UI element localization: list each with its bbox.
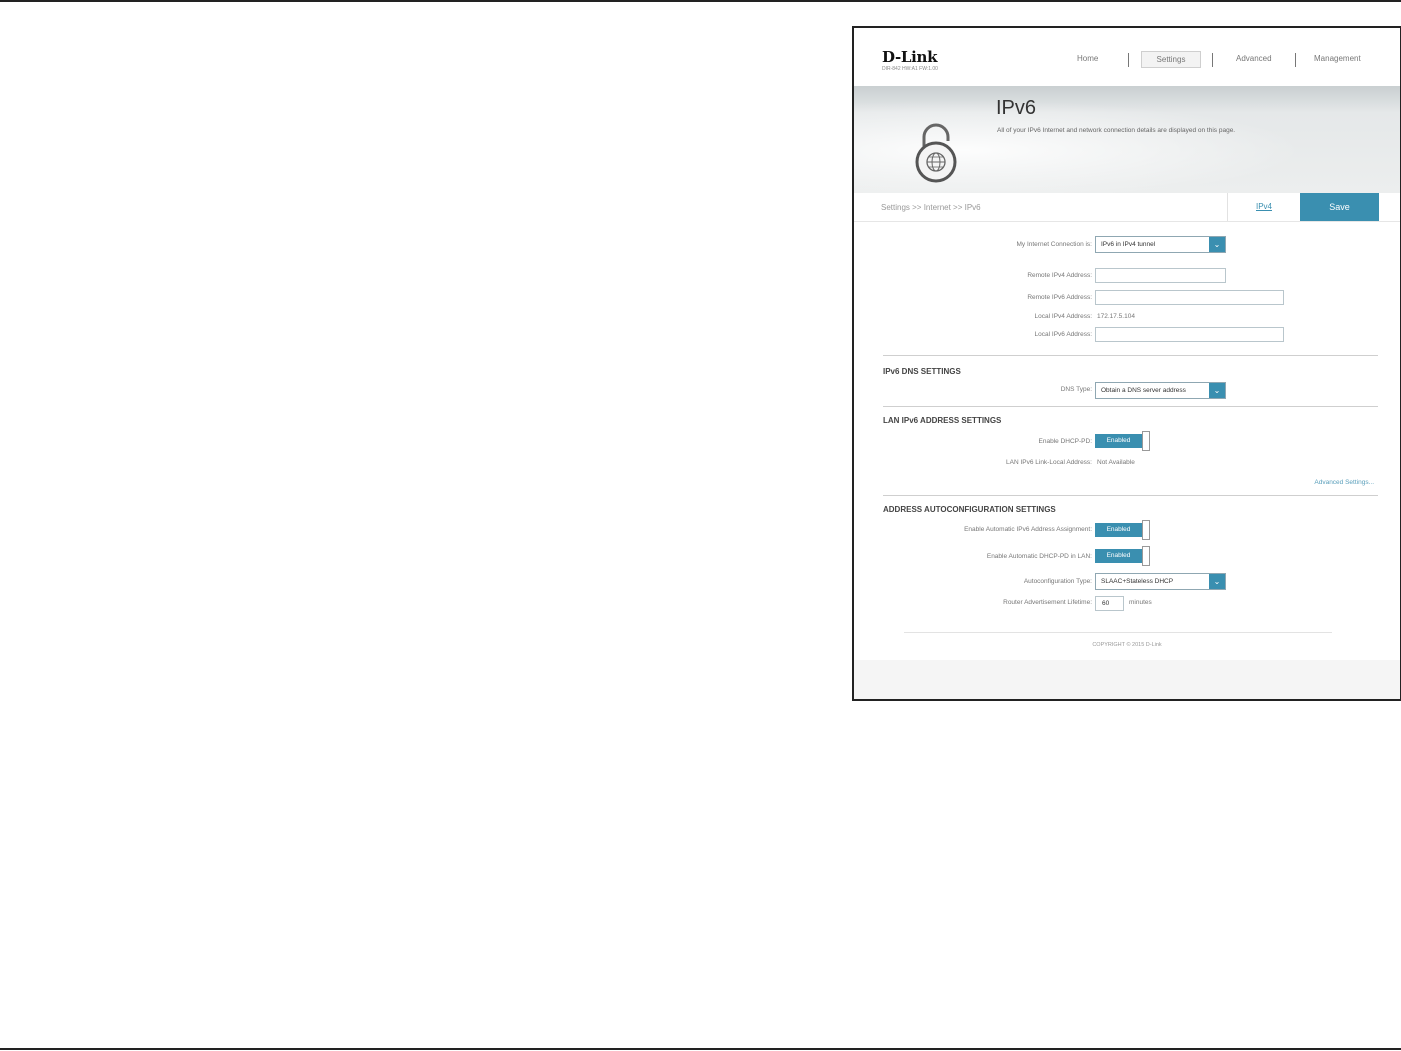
lan-section-title: LAN IPv6 ADDRESS SETTINGS <box>883 416 1002 425</box>
nav-separator <box>1295 53 1296 67</box>
footer-divider <box>904 632 1332 633</box>
section-divider <box>883 355 1378 356</box>
chevron-down-icon: ⌄ <box>1209 383 1225 398</box>
nav-management[interactable]: Management <box>1314 54 1361 63</box>
nav-advanced[interactable]: Advanced <box>1236 54 1272 63</box>
toggle-state: Enabled <box>1095 434 1142 448</box>
advanced-settings-link[interactable]: Advanced Settings... <box>1314 479 1374 486</box>
nav-separator <box>1128 53 1129 67</box>
bottom-rule <box>0 1048 1401 1050</box>
toggle-state: Enabled <box>1095 523 1142 537</box>
top-header: D-Link DIR-842 HW:A1 FW:1.00 Home Settin… <box>854 28 1400 86</box>
nav-settings[interactable]: Settings <box>1141 51 1201 68</box>
remote-ipv6-input[interactable] <box>1095 290 1284 305</box>
section-divider <box>883 406 1378 407</box>
dns-section-title: IPv6 DNS SETTINGS <box>883 367 961 376</box>
local-ipv4-label: Local IPv4 Address: <box>1034 313 1092 320</box>
router-settings-screenshot: D-Link DIR-842 HW:A1 FW:1.00 Home Settin… <box>852 26 1401 701</box>
autoconf-section-title: ADDRESS AUTOCONFIGURATION SETTINGS <box>883 505 1056 514</box>
ra-lifetime-value: 60 <box>1102 600 1110 607</box>
toggle-state: Enabled <box>1095 549 1142 563</box>
remote-ipv4-label: Remote IPv4 Address: <box>1027 272 1092 279</box>
link-local-label: LAN IPv6 Link-Local Address: <box>1006 459 1092 466</box>
breadcrumb-bar: Settings >> Internet >> IPv6 IPv4 Save <box>854 193 1400 222</box>
connection-type-value: IPv6 in IPv4 tunnel <box>1101 241 1156 248</box>
autoconf-type-label: Autoconfiguration Type: <box>1023 578 1092 585</box>
nav-home[interactable]: Home <box>1077 54 1098 63</box>
autoconf-type-select[interactable]: SLAAC+Stateless DHCP ⌄ <box>1095 573 1226 590</box>
nav-separator <box>1212 53 1213 67</box>
connection-type-label: My Internet Connection is: <box>1016 241 1092 248</box>
chevron-down-icon: ⌄ <box>1209 237 1225 252</box>
page-description: All of your IPv6 Internet and network co… <box>997 127 1236 134</box>
section-divider <box>883 495 1378 496</box>
autoconf-type-value: SLAAC+Stateless DHCP <box>1101 578 1174 585</box>
breadcrumb: Settings >> Internet >> IPv6 <box>881 203 981 212</box>
connection-type-select[interactable]: IPv6 in IPv4 tunnel ⌄ <box>1095 236 1226 253</box>
local-ipv4-value: 172.17.5.104 <box>1097 313 1135 320</box>
bottom-band <box>854 660 1400 699</box>
toggle-knob <box>1142 431 1150 451</box>
ra-lifetime-label: Router Advertisement Lifetime: <box>1003 599 1092 606</box>
device-info: DIR-842 HW:A1 FW:1.00 <box>882 66 938 72</box>
dns-type-select[interactable]: Obtain a DNS server address ⌄ <box>1095 382 1226 399</box>
dns-type-label: DNS Type: <box>1060 386 1092 393</box>
local-ipv6-input[interactable] <box>1095 327 1284 342</box>
ra-lifetime-input[interactable]: 60 <box>1095 596 1124 611</box>
toggle-knob <box>1142 546 1150 566</box>
ipv4-link[interactable]: IPv4 <box>1227 193 1300 221</box>
auto-assign-toggle[interactable]: Enabled <box>1095 520 1151 540</box>
auto-dhcp-pd-label: Enable Automatic DHCP-PD in LAN: <box>986 553 1092 560</box>
auto-dhcp-pd-toggle[interactable]: Enabled <box>1095 546 1151 566</box>
local-ipv6-label: Local IPv6 Address: <box>1034 331 1092 338</box>
link-local-value: Not Available <box>1097 459 1135 466</box>
copyright: COPYRIGHT © 2015 D-Link <box>1092 642 1162 648</box>
save-button[interactable]: Save <box>1300 193 1379 221</box>
top-rule <box>0 0 1401 2</box>
page-banner: IPv6 All of your IPv6 Internet and netwo… <box>854 86 1400 193</box>
remote-ipv4-input[interactable] <box>1095 268 1226 283</box>
toggle-knob <box>1142 520 1150 540</box>
ra-lifetime-unit: minutes <box>1129 599 1152 606</box>
remote-ipv6-label: Remote IPv6 Address: <box>1027 294 1092 301</box>
auto-assign-label: Enable Automatic IPv6 Address Assignment… <box>964 526 1092 533</box>
page-title: IPv6 <box>996 97 1037 119</box>
dhcp-pd-toggle[interactable]: Enabled <box>1095 431 1151 451</box>
chevron-down-icon: ⌄ <box>1209 574 1225 589</box>
dns-type-value: Obtain a DNS server address <box>1101 387 1186 394</box>
dhcp-pd-label: Enable DHCP-PD: <box>1038 438 1092 445</box>
globe-lock-icon <box>915 123 957 183</box>
dlink-logo: D-Link <box>882 48 938 66</box>
